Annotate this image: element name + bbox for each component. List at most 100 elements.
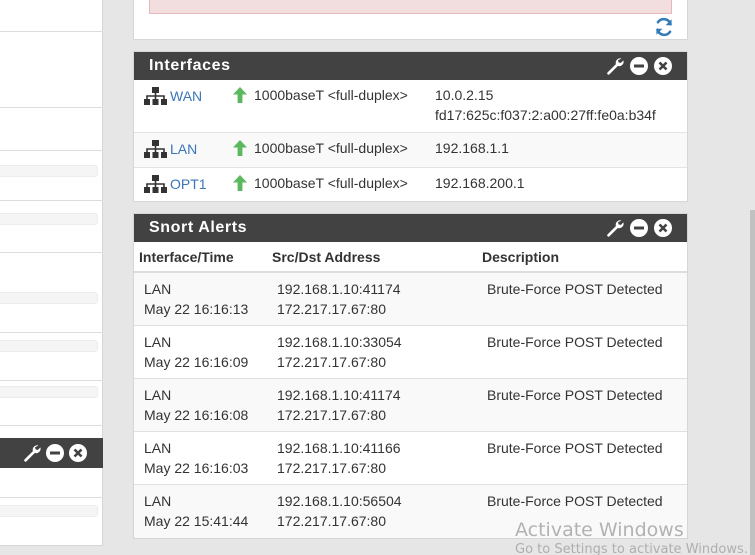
arrow-up-icon <box>230 173 250 193</box>
alert-box <box>149 0 672 14</box>
alert-src: 192.168.1.10:33054 <box>277 334 402 350</box>
progress-bar <box>0 386 98 398</box>
activation-watermark-subtitle: Go to Settings to activate Windows. <box>515 542 748 555</box>
alert-interface-time: LAN May 22 15:41:44 <box>144 491 277 538</box>
widget-tools <box>605 218 673 238</box>
alert-dst: 172.217.17.67:80 <box>277 460 386 476</box>
alert-description: Brute-Force POST Detected <box>487 440 663 456</box>
divider <box>0 497 103 498</box>
snort-alerts-widget: Snort Alerts Interface/Time Src/Dst Addr… <box>133 213 688 539</box>
close-circle-icon[interactable] <box>68 443 88 463</box>
alert-src: 192.168.1.10:41166 <box>277 440 401 456</box>
alert-src: 192.168.1.10:56504 <box>277 493 402 509</box>
table-row: LAN May 22 16:16:13 192.168.1.10:41174 1… <box>134 273 687 326</box>
alert-description: Brute-Force POST Detected <box>487 387 663 403</box>
alert-dst: 172.217.17.67:80 <box>277 513 386 529</box>
minus-circle-icon[interactable] <box>629 218 649 238</box>
left-column <box>0 0 103 555</box>
alert-addresses: 192.168.1.10:41166 172.217.17.67:80 <box>277 438 487 484</box>
interface-link-wan[interactable]: WAN <box>170 88 202 104</box>
alert-src: 192.168.1.10:41174 <box>277 281 401 297</box>
interface-name: LAN <box>144 140 230 158</box>
alert-dst: 172.217.17.67:80 <box>277 301 386 317</box>
left-widget-heading <box>0 438 103 468</box>
alert-interface-time: LAN May 22 16:16:13 <box>144 279 277 325</box>
table-row: LAN May 22 16:16:08 192.168.1.10:41174 1… <box>134 379 687 432</box>
alert-addresses: 192.168.1.10:41174 172.217.17.67:80 <box>277 279 487 325</box>
minus-circle-icon[interactable] <box>45 443 65 463</box>
divider <box>0 332 103 333</box>
wrench-icon[interactable] <box>605 218 625 238</box>
minus-circle-icon[interactable] <box>629 56 649 76</box>
close-circle-icon[interactable] <box>653 218 673 238</box>
progress-bar <box>0 340 98 352</box>
interface-address: 10.0.2.15 fd17:625c:f037:2:a00:27ff:fe0a… <box>435 85 656 125</box>
snort-alerts-heading: Snort Alerts <box>134 214 687 242</box>
alert-src: 192.168.1.10:41174 <box>277 387 401 403</box>
ipv4-address: 192.168.1.1 <box>435 140 509 156</box>
column-header-interface-time: Interface/Time <box>139 248 234 265</box>
ipv4-address: 10.0.2.15 <box>435 87 494 103</box>
interface-media: 1000baseT <full-duplex> <box>254 175 408 191</box>
alerts-table-body: LAN May 22 16:16:13 192.168.1.10:41174 1… <box>134 273 687 538</box>
column-header-src-dst: Src/Dst Address <box>272 248 381 265</box>
divider <box>0 252 103 253</box>
interface-row-wan: WAN 1000baseT <full-duplex> 10.0.2.15 fd… <box>134 80 687 133</box>
panel-title: Interfaces <box>149 57 231 74</box>
alert-time: May 22 16:16:08 <box>144 407 249 423</box>
panel-title: Snort Alerts <box>149 219 248 236</box>
alert-interface: LAN <box>144 334 172 350</box>
alert-description: Brute-Force POST Detected <box>487 334 663 350</box>
progress-bar <box>0 505 98 517</box>
alert-interface-time: LAN May 22 16:16:03 <box>144 438 277 484</box>
close-circle-icon[interactable] <box>653 56 673 76</box>
alert-addresses: 192.168.1.10:41174 172.217.17.67:80 <box>277 385 487 431</box>
interface-link-opt1[interactable]: OPT1 <box>170 176 207 192</box>
alert-time: May 22 15:41:44 <box>144 513 249 529</box>
alert-time: May 22 16:16:09 <box>144 354 249 370</box>
interface-row-opt1: OPT1 1000baseT <full-duplex> 192.168.200… <box>134 168 687 201</box>
alert-interface: LAN <box>144 493 172 509</box>
alert-dst: 172.217.17.67:80 <box>277 354 386 370</box>
interfaces-widget: Interfaces WAN 1000baseT <full-duplex> 1… <box>133 51 688 202</box>
interface-address: 192.168.200.1 <box>435 173 525 193</box>
page-scrollbar[interactable] <box>750 210 755 555</box>
wrench-icon[interactable] <box>605 56 625 76</box>
interface-media: 1000baseT <full-duplex> <box>254 140 408 156</box>
divider <box>0 150 103 151</box>
top-widget <box>133 0 688 40</box>
alert-addresses: 192.168.1.10:33054 172.217.17.67:80 <box>277 332 487 378</box>
interface-media: 1000baseT <full-duplex> <box>254 87 408 103</box>
divider <box>0 200 103 201</box>
arrow-up-icon <box>230 85 250 105</box>
alert-interface: LAN <box>144 387 172 403</box>
alert-dst: 172.217.17.67:80 <box>277 407 386 423</box>
column-header-description: Description <box>482 248 560 265</box>
wrench-icon[interactable] <box>22 443 42 463</box>
sitemap-icon <box>144 140 167 158</box>
sitemap-icon <box>144 175 167 193</box>
divider <box>0 31 103 32</box>
alert-description: Brute-Force POST Detected <box>487 281 663 297</box>
table-header: Interface/Time Src/Dst Address Descripti… <box>134 242 687 273</box>
divider <box>0 107 103 108</box>
interface-address: 192.168.1.1 <box>435 138 509 158</box>
alert-interface-time: LAN May 22 16:16:08 <box>144 385 277 431</box>
alert-interface: LAN <box>144 281 172 297</box>
sitemap-icon <box>144 87 167 105</box>
alert-interface: LAN <box>144 440 172 456</box>
interface-name: WAN <box>144 87 230 105</box>
ipv4-address: 192.168.200.1 <box>435 175 525 191</box>
interface-link-lan[interactable]: LAN <box>170 141 197 157</box>
progress-bar <box>0 292 98 304</box>
alert-interface-time: LAN May 22 16:16:09 <box>144 332 277 378</box>
refresh-icon[interactable] <box>653 16 675 38</box>
alert-time: May 22 16:16:13 <box>144 301 249 317</box>
alert-addresses: 192.168.1.10:56504 172.217.17.67:80 <box>277 491 487 538</box>
interfaces-heading: Interfaces <box>134 52 687 80</box>
alert-time: May 22 16:16:03 <box>144 460 249 476</box>
divider <box>0 425 103 426</box>
activation-watermark-title: Activate Windows <box>515 519 684 541</box>
progress-bar <box>0 213 98 225</box>
arrow-up-icon <box>230 138 250 158</box>
